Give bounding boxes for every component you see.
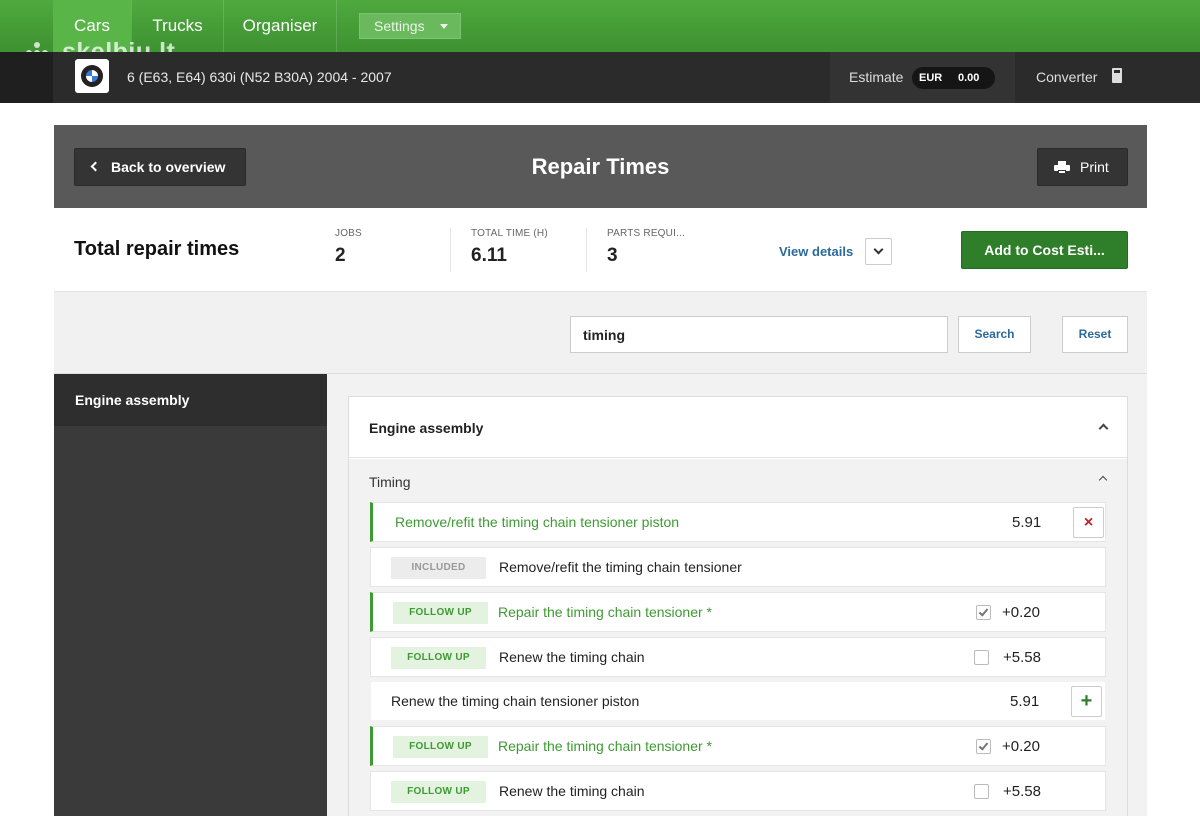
view-details-link[interactable]: View details [779,244,853,259]
follow-up-checkbox[interactable] [976,739,991,754]
sidebar-item-engine-assembly[interactable]: Engine assembly [54,374,327,426]
job-time: +5.58 [1003,783,1041,800]
follow-up-badge: FOLLOW UP [391,781,486,803]
stat-value: 2 [335,245,346,266]
calculator-icon [1112,68,1122,83]
follow-up-checkbox[interactable] [974,650,989,665]
remove-job-button[interactable]: × [1073,507,1104,538]
converter-button[interactable]: Converter [1015,52,1200,103]
stat-total-time: TOTAL TIME (H) 6.11 [471,228,587,272]
follow-up-badge: FOLLOW UP [393,736,488,758]
subsection-timing: Timing Remove/refit the timing chain ten… [349,459,1127,816]
job-description: Repair the timing chain tensioner * [498,604,713,620]
chevron-up-icon[interactable] [1098,475,1108,485]
chevron-up-icon[interactable] [1098,423,1109,434]
estimate-currency: EUR [919,72,943,84]
top-navigation: Cars Trucks Organiser Settings skelbiu.l… [0,0,1200,66]
page-title: Repair Times [531,154,670,179]
reset-button[interactable]: Reset [1062,316,1128,353]
job-time: 5.91 [1010,693,1040,710]
estimate-label: Estimate [849,69,904,85]
close-icon: × [1083,514,1094,531]
summary-title: Total repair times [74,238,240,260]
job-time: +0.20 [1002,604,1040,621]
settings-dropdown[interactable]: Settings [359,13,461,39]
job-time: +0.20 [1002,738,1040,755]
checkmark-icon [978,740,989,751]
follow-up-badge: FOLLOW UP [393,602,488,624]
job-row: FOLLOW UP Repair the timing chain tensio… [370,592,1106,632]
vehicle-bar-strip [0,52,53,103]
job-description: Remove/refit the timing chain tensioner … [395,514,680,530]
section-header[interactable]: Engine assembly [349,397,1127,458]
follow-up-badge: FOLLOW UP [391,647,486,669]
stat-value: 3 [607,245,618,266]
job-description: Repair the timing chain tensioner * [498,738,713,754]
job-row: INCLUDED Remove/refit the timing chain t… [370,547,1106,587]
caret-down-icon [440,24,448,29]
sidebar: Engine assembly [54,374,327,816]
job-row: FOLLOW UP Renew the timing chain +5.58 [370,771,1106,811]
chevron-down-icon [873,244,884,255]
print-button[interactable]: Print [1037,148,1128,186]
checkmark-icon [978,606,989,617]
add-to-cost-estimate-button[interactable]: Add to Cost Esti... [961,231,1128,269]
section-title: Engine assembly [369,420,484,436]
stat-label: PARTS REQUI... [607,228,686,239]
print-label: Print [1080,159,1109,175]
plus-icon: + [1080,690,1093,712]
stat-jobs: JOBS 2 [335,228,451,272]
job-description: Renew the timing chain [499,783,645,799]
job-description: Remove/refit the timing chain tensioner [499,559,742,575]
search-input[interactable] [570,316,948,353]
vehicle-bar: 6 (E63, E64) 630i (N52 B30A) 2004 - 2007… [0,52,1200,103]
tab-organiser[interactable]: Organiser [223,0,337,52]
included-badge: INCLUDED [391,557,486,579]
follow-up-checkbox[interactable] [974,784,989,799]
stat-value: 6.11 [471,245,507,266]
job-row: FOLLOW UP Renew the timing chain +5.58 [370,637,1106,677]
job-time: 5.91 [1012,514,1042,531]
job-description: Renew the timing chain tensioner piston [391,693,640,709]
search-button[interactable]: Search [958,316,1031,353]
printer-icon [1054,161,1070,174]
estimate-amount-pill: EUR 0.00 [912,67,995,89]
stat-label: TOTAL TIME (H) [471,228,548,239]
job-row: FOLLOW UP Repair the timing chain tensio… [370,726,1106,766]
job-row: Remove/refit the timing chain tensioner … [370,502,1106,542]
add-job-button[interactable]: + [1071,686,1102,717]
summary-bar: Total repair times JOBS 2 TOTAL TIME (H)… [54,208,1147,292]
converter-label: Converter [1036,69,1098,85]
main-panel: Back to overview Repair Times Print Tota… [54,125,1147,816]
view-details-toggle[interactable] [865,238,892,265]
stat-label: JOBS [335,228,362,239]
vehicle-name: 6 (E63, E64) 630i (N52 B30A) 2004 - 2007 [127,69,392,85]
estimate-widget[interactable]: Estimate EUR 0.00 [830,52,1015,103]
section-panel: Engine assembly Timing Remove/refit the … [348,396,1128,816]
subsection-title: Timing [369,474,411,490]
job-row: Renew the timing chain tensioner piston … [370,681,1106,721]
estimate-amount: 0.00 [958,72,980,84]
stat-parts-required: PARTS REQUI... 3 [607,228,717,272]
job-description: Renew the timing chain [499,649,645,665]
follow-up-checkbox[interactable] [976,605,991,620]
results-area: Engine assembly Timing Remove/refit the … [327,374,1147,816]
settings-label: Settings [374,18,425,34]
page-header: Back to overview Repair Times Print [54,125,1147,208]
search-bar: Search Reset [54,292,1147,374]
bmw-logo-icon [75,59,109,93]
job-time: +5.58 [1003,649,1041,666]
